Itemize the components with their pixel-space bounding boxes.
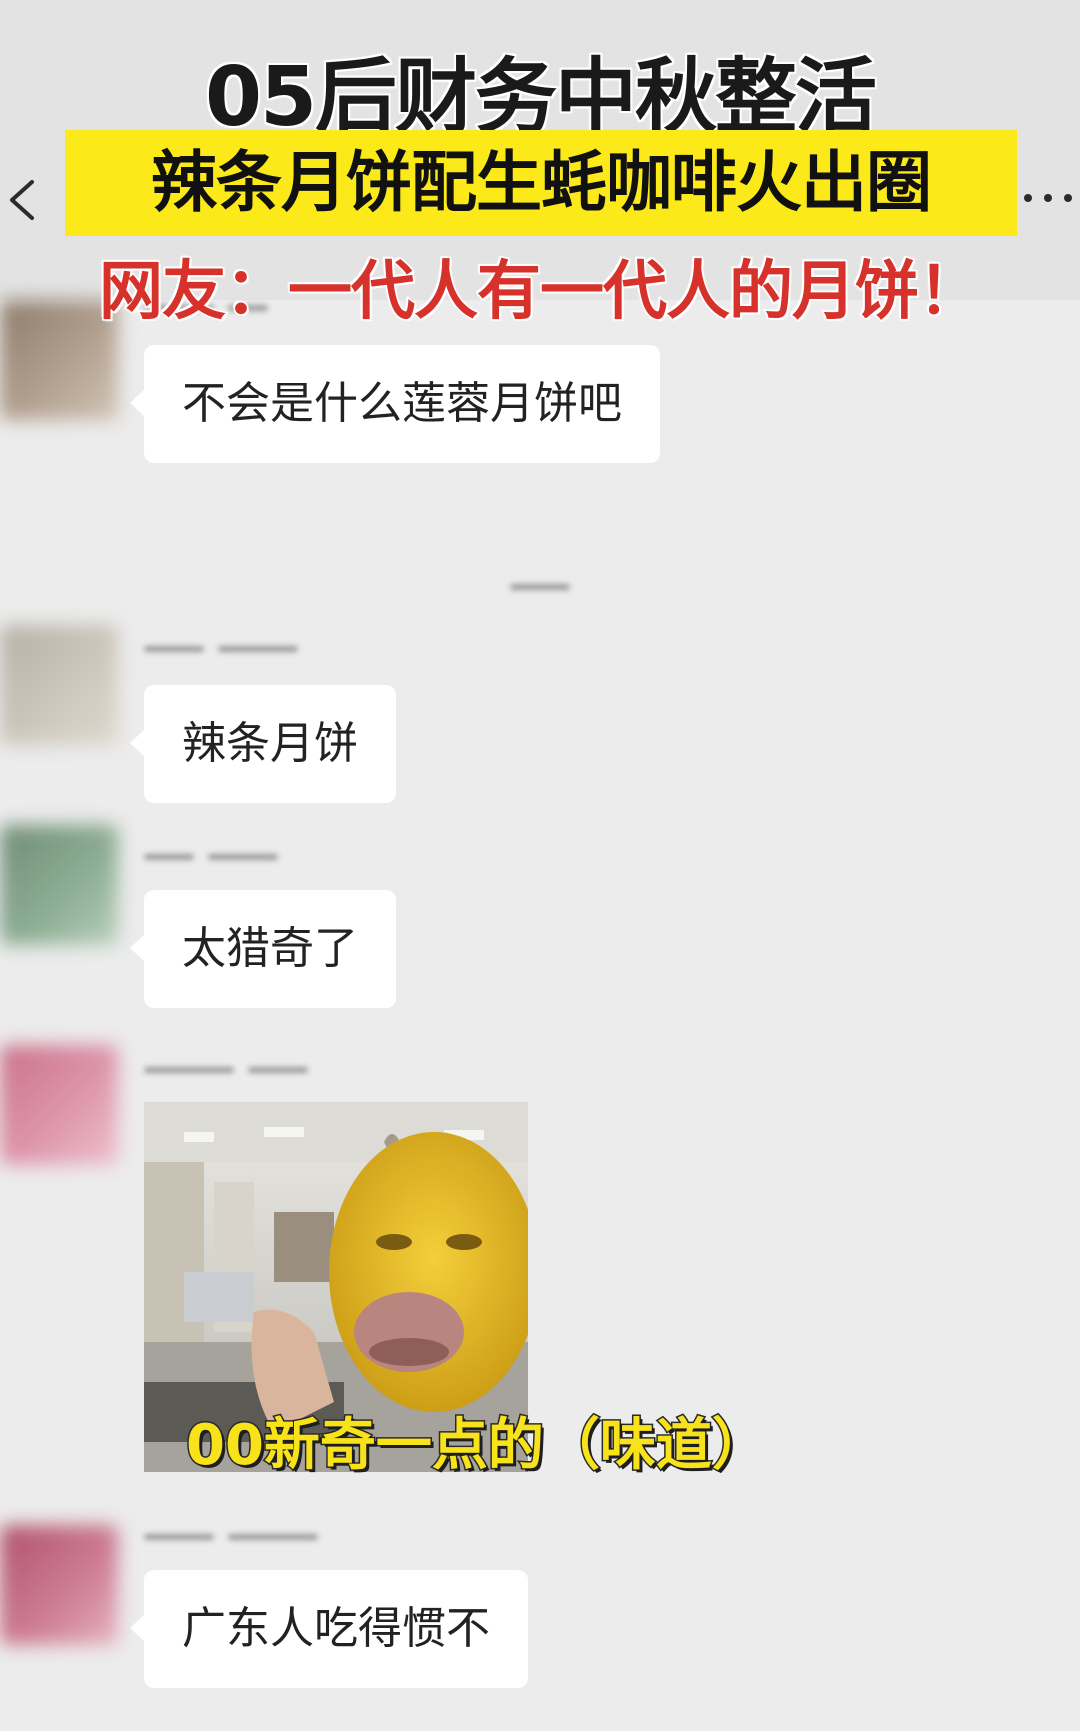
headline-banner: 辣条月饼配生蚝咖啡火出圈 bbox=[65, 130, 1017, 236]
sub-caption: 网友：一代人有一代人的月饼！ bbox=[98, 254, 984, 331]
avatar[interactable] bbox=[0, 825, 118, 945]
sender-name-blurred bbox=[144, 637, 312, 653]
message-bubble[interactable]: 辣条月饼 bbox=[130, 685, 396, 803]
avatar[interactable] bbox=[0, 1525, 118, 1645]
more-dots-icon[interactable] bbox=[1018, 183, 1078, 213]
chat-area[interactable]: 不会是什么莲蓉月饼吧 辣条月饼 太猎奇了 广东人吃得惯不 bbox=[0, 300, 1080, 1731]
video-subtitle: 00新奇一点的（味道） bbox=[185, 1412, 770, 1480]
avatar[interactable] bbox=[0, 625, 118, 745]
avatar[interactable] bbox=[0, 1045, 118, 1165]
sender-name-blurred bbox=[144, 1058, 322, 1074]
chevron-left-icon[interactable] bbox=[2, 170, 48, 230]
timestamp-blurred bbox=[510, 575, 584, 591]
message-bubble[interactable]: 太猎奇了 bbox=[130, 890, 396, 1008]
sender-name-blurred bbox=[144, 1525, 332, 1541]
message-bubble[interactable]: 不会是什么莲蓉月饼吧 bbox=[130, 345, 660, 463]
sender-name-blurred bbox=[144, 845, 292, 861]
message-bubble[interactable]: 广东人吃得惯不 bbox=[130, 1570, 528, 1688]
